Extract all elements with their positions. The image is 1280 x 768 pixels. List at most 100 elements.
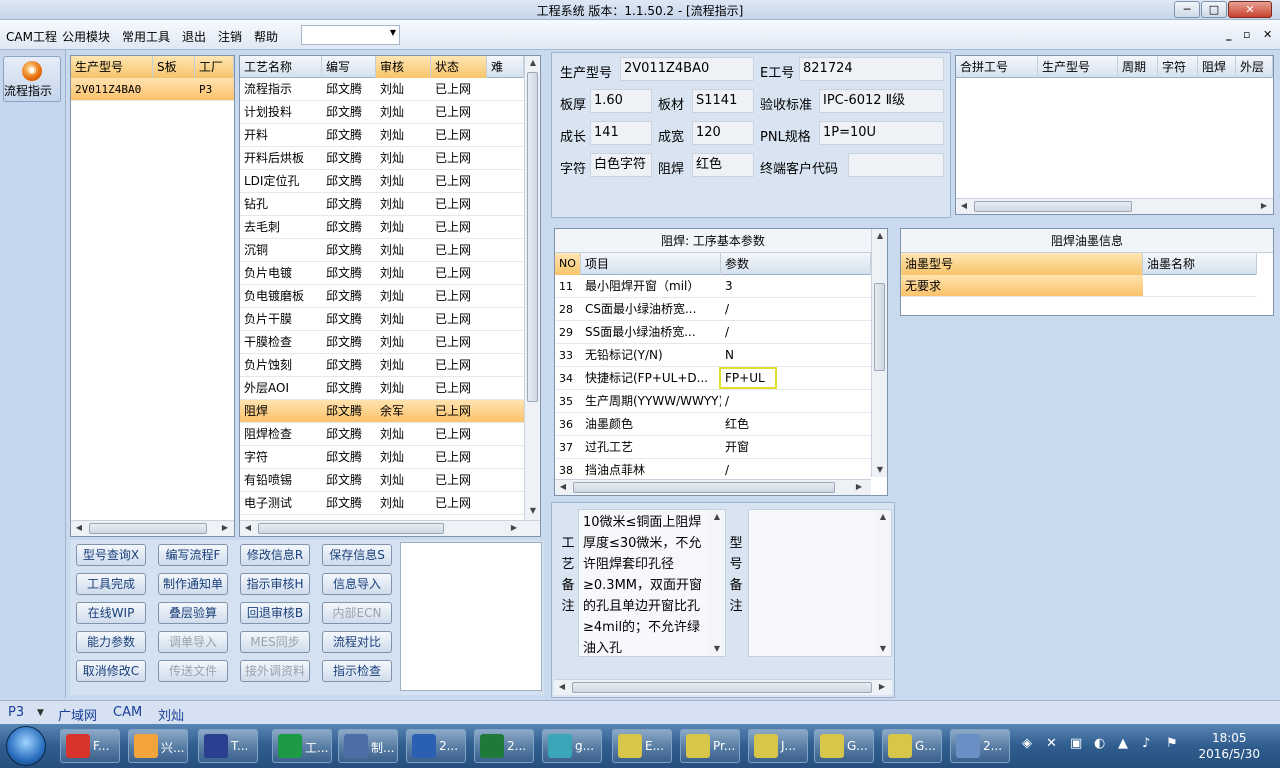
- action-button[interactable]: 取消修改C: [76, 660, 146, 682]
- action-button[interactable]: 内部ECN: [322, 602, 392, 624]
- menu-cam-project[interactable]: CAM工程: [6, 28, 57, 45]
- table-row[interactable]: 电子测试 邱文腾 刘灿 已上网: [240, 492, 524, 515]
- table-row[interactable]: 负电镀磨板 邱文腾 刘灿 已上网: [240, 285, 524, 308]
- col-reviewer[interactable]: 审核: [376, 56, 431, 78]
- table-row[interactable]: 阻焊 邱文腾 余军 已上网: [240, 400, 524, 423]
- table-row[interactable]: 负片电镀 邱文腾 刘灿 已上网: [240, 262, 524, 285]
- action-button[interactable]: 叠层验算: [158, 602, 228, 624]
- remark-vscroll[interactable]: ▲ ▼: [709, 510, 725, 656]
- taskbar-app-button[interactable]: G...: [882, 729, 942, 763]
- taskbar-app-button[interactable]: F...: [60, 729, 120, 763]
- col-combine-cycle[interactable]: 周期: [1118, 56, 1158, 78]
- col-product-no[interactable]: 生产型号: [71, 56, 153, 78]
- e-no-field[interactable]: 821724: [799, 57, 944, 81]
- close-button[interactable]: ✕: [1228, 1, 1272, 18]
- taskbar-app-button[interactable]: 2...: [474, 729, 534, 763]
- action-button[interactable]: 传送文件: [158, 660, 228, 682]
- process-remark-box[interactable]: 10微米≤铜面上阻焊厚度≤30微米，不允许阻焊套印孔径≥0.3MM，双面开窗的孔…: [578, 509, 726, 657]
- action-button[interactable]: 调单导入: [158, 631, 228, 653]
- col-combine-no[interactable]: 合拼工号: [956, 56, 1038, 78]
- taskbar-app-button[interactable]: 2...: [406, 729, 466, 763]
- action-button[interactable]: 在线WIP: [76, 602, 146, 624]
- taskbar-app-button[interactable]: E...: [612, 729, 672, 763]
- action-button[interactable]: 型号查询X: [76, 544, 146, 566]
- action-button[interactable]: 工具完成: [76, 573, 146, 595]
- model-remark-vscroll[interactable]: ▲ ▼: [875, 510, 891, 656]
- table-row[interactable]: 阻焊检查 邱文腾 刘灿 已上网: [240, 423, 524, 446]
- table-row[interactable]: 33 无铅标记(Y/N) N: [555, 344, 871, 367]
- action-button[interactable]: 流程对比: [322, 631, 392, 653]
- menu-exit[interactable]: 退出: [182, 28, 206, 45]
- taskbar-app-button[interactable]: 2...: [950, 729, 1010, 763]
- menu-dropdown[interactable]: ▼: [301, 25, 400, 45]
- table-row[interactable]: 开料 邱文腾 刘灿 已上网: [240, 124, 524, 147]
- chevron-down-icon[interactable]: ▼: [37, 708, 44, 718]
- table-row[interactable]: 29 SS面最小绿油桥宽... /: [555, 321, 871, 344]
- menu-logout[interactable]: 注销: [218, 28, 242, 45]
- taskbar-app-button[interactable]: Pr...: [680, 729, 740, 763]
- scroll-thumb[interactable]: [258, 523, 444, 534]
- table-row[interactable]: 35 生产周期(YYWW/WWYY) /: [555, 390, 871, 413]
- table-row[interactable]: 无要求: [901, 275, 1143, 297]
- product-no-field[interactable]: 2V011Z4BA0: [620, 57, 754, 81]
- table-row[interactable]: 37 过孔工艺 开窗: [555, 436, 871, 459]
- table-row[interactable]: 干膜检查 邱文腾 刘灿 已上网: [240, 331, 524, 354]
- action-button[interactable]: 指示审核H: [240, 573, 310, 595]
- mdi-close-button[interactable]: ✕: [1263, 28, 1272, 41]
- action-button[interactable]: 接外调资料: [240, 660, 310, 682]
- scroll-thumb[interactable]: [874, 283, 885, 371]
- browser-tray-icon[interactable]: ◈: [1022, 736, 1032, 751]
- table-row[interactable]: 负片干膜 邱文腾 刘灿 已上网: [240, 308, 524, 331]
- col-param[interactable]: 参数: [721, 253, 871, 275]
- table-row[interactable]: 外层AOI 邱文腾 刘灿 已上网: [240, 377, 524, 400]
- mdi-minimize-button[interactable]: _: [1226, 28, 1232, 41]
- char-field[interactable]: 白色字符: [590, 153, 652, 177]
- col-ink-name[interactable]: 油墨名称: [1143, 253, 1257, 275]
- model-remark-box[interactable]: ▲ ▼: [748, 509, 892, 657]
- col-process-name[interactable]: 工艺名称: [240, 56, 322, 78]
- flag-tray-icon[interactable]: ▲: [1118, 736, 1128, 751]
- action-button[interactable]: 修改信息R: [240, 544, 310, 566]
- action-button[interactable]: 保存信息S: [322, 544, 392, 566]
- table-row[interactable]: 2V011Z4BA0 P3: [71, 78, 234, 101]
- action-button[interactable]: 制作通知单: [158, 573, 228, 595]
- table-row[interactable]: 钻孔 邱文腾 刘灿 已上网: [240, 193, 524, 216]
- taskbar-app-button[interactable]: T...: [198, 729, 258, 763]
- process-grid-hscroll[interactable]: ◀ ▶: [240, 520, 540, 536]
- taskbar-app-button[interactable]: J...: [748, 729, 808, 763]
- maximize-button[interactable]: □: [1201, 1, 1227, 18]
- action-button[interactable]: MES同步: [240, 631, 310, 653]
- menu-common-module[interactable]: 公用模块: [62, 28, 110, 45]
- volume-icon[interactable]: ♪: [1142, 736, 1150, 751]
- table-row[interactable]: 34 快捷标记(FP+UL+D... FP+UL: [555, 367, 871, 390]
- security-tray-icon[interactable]: ◐: [1094, 736, 1105, 751]
- scroll-thumb[interactable]: [572, 682, 872, 693]
- table-row[interactable]: 字符 邱文腾 刘灿 已上网: [240, 446, 524, 469]
- material-field[interactable]: S1141: [692, 89, 754, 113]
- menu-common-tools[interactable]: 常用工具: [122, 28, 170, 45]
- combine-grid-hscroll[interactable]: ◀ ▶: [956, 198, 1273, 214]
- action-button[interactable]: 回退审核B: [240, 602, 310, 624]
- app-tray-icon[interactable]: ✕: [1046, 736, 1057, 751]
- action-button[interactable]: 信息导入: [322, 573, 392, 595]
- table-row[interactable]: 沉铜 邱文腾 刘灿 已上网: [240, 239, 524, 262]
- nav-process-indicator[interactable]: ◉ 流程指示: [3, 56, 61, 102]
- taskbar-app-button[interactable]: 制...: [338, 729, 398, 763]
- action-button[interactable]: 指示检查: [322, 660, 392, 682]
- col-difficulty[interactable]: 难: [487, 56, 524, 78]
- taskbar-app-button[interactable]: 兴...: [128, 729, 188, 763]
- network-tray-icon[interactable]: ▣: [1070, 736, 1082, 751]
- windows-start-icon[interactable]: [6, 726, 46, 766]
- process-grid-vscroll[interactable]: ▲ ▼: [524, 56, 540, 520]
- col-s-board[interactable]: S板: [153, 56, 195, 78]
- col-combine-char[interactable]: 字符: [1158, 56, 1198, 78]
- scroll-thumb[interactable]: [974, 201, 1132, 212]
- col-writer[interactable]: 编写: [322, 56, 376, 78]
- pnl-field[interactable]: 1P=10U: [819, 121, 944, 145]
- taskbar-app-button[interactable]: 工...: [272, 729, 332, 763]
- table-row[interactable]: 计划投料 邱文腾 刘灿 已上网: [240, 101, 524, 124]
- params-hscroll[interactable]: ◀ ▶: [555, 479, 871, 495]
- scroll-thumb[interactable]: [89, 523, 207, 534]
- mdi-restore-button[interactable]: ▫: [1243, 28, 1250, 41]
- scroll-thumb[interactable]: [527, 72, 538, 402]
